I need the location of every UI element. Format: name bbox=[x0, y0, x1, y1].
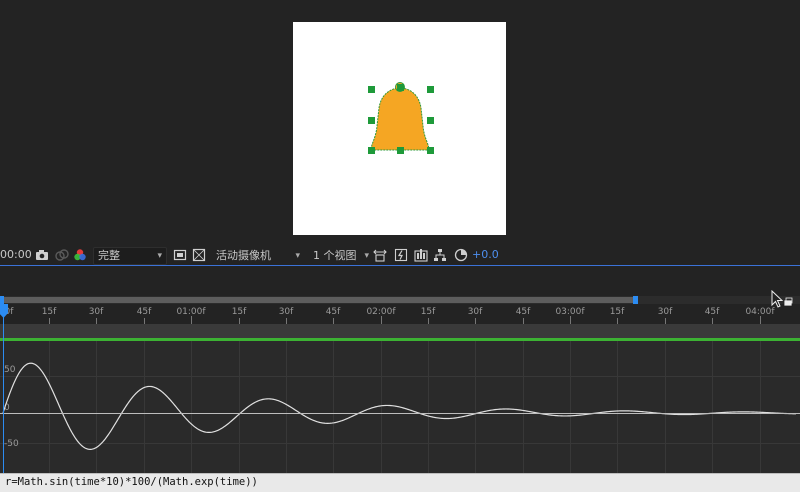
expression-field[interactable]: r=Math.sin(time*10)*100/(Math.exp(time)) bbox=[0, 473, 800, 492]
ruler-tick bbox=[191, 316, 192, 324]
ruler-label: 30f bbox=[278, 307, 294, 317]
views-value: 1 个视图 bbox=[313, 249, 357, 262]
snapshot-icon[interactable] bbox=[55, 248, 69, 262]
transparency-grid-icon[interactable] bbox=[192, 248, 206, 262]
bell-shape-layer[interactable] bbox=[293, 22, 506, 235]
chevron-down-icon: ▾ bbox=[364, 251, 369, 261]
ruler-label: 30f bbox=[467, 307, 483, 317]
ruler-label: 15f bbox=[420, 307, 436, 317]
transform-handle-bl[interactable] bbox=[368, 147, 375, 154]
camera-dropdown[interactable]: 活动摄像机 ▾ bbox=[211, 245, 305, 265]
timecode-display[interactable]: 00:00 bbox=[0, 245, 32, 265]
graph-zero-line bbox=[0, 413, 800, 414]
work-area-start-handle[interactable] bbox=[0, 296, 4, 304]
ruler-tick bbox=[381, 316, 382, 324]
playhead-line[interactable] bbox=[3, 304, 4, 474]
composition-canvas[interactable] bbox=[293, 22, 506, 235]
chevron-down-icon: ▾ bbox=[157, 251, 162, 261]
expression-curve bbox=[2, 362, 797, 450]
chevron-down-icon: ▾ bbox=[295, 251, 300, 261]
camera-icon[interactable] bbox=[35, 248, 49, 262]
region-of-interest-icon[interactable] bbox=[173, 248, 187, 262]
mouse-cursor-icon bbox=[771, 290, 793, 308]
transform-handle-br[interactable] bbox=[427, 147, 434, 154]
flowchart-icon[interactable] bbox=[433, 248, 447, 262]
ruler-label: 45f bbox=[704, 307, 720, 317]
resolution-dropdown[interactable]: 完整 ▾ bbox=[93, 245, 167, 265]
time-ruler[interactable]: 0f 15f 30f 45f 01:00f 15f 30f 45f 02:00f… bbox=[0, 304, 800, 324]
toggle-pixel-aspect-icon[interactable] bbox=[373, 248, 387, 262]
timeline-icon[interactable] bbox=[414, 248, 428, 262]
composition-viewer[interactable] bbox=[0, 0, 800, 245]
ruler-label: 45f bbox=[136, 307, 152, 317]
ruler-label: 45f bbox=[515, 307, 531, 317]
color-channels-icon[interactable] bbox=[73, 248, 87, 262]
exposure-value[interactable]: +0.0 bbox=[472, 245, 499, 265]
graph-editor[interactable]: 50 0 -50 bbox=[0, 341, 800, 473]
value-graph[interactable] bbox=[0, 341, 800, 473]
transform-handle-bc[interactable] bbox=[397, 147, 404, 154]
work-area-end-handle[interactable] bbox=[633, 296, 638, 304]
camera-value: 活动摄像机 bbox=[216, 249, 271, 262]
work-area-range[interactable] bbox=[2, 297, 635, 303]
layer-duration-bar[interactable] bbox=[0, 324, 800, 338]
ruler-label: 30f bbox=[657, 307, 673, 317]
ruler-label: 30f bbox=[88, 307, 104, 317]
transform-handle-tc[interactable] bbox=[397, 84, 404, 91]
resolution-value: 完整 bbox=[98, 249, 120, 262]
transform-handle-tl[interactable] bbox=[368, 86, 375, 93]
transform-handle-mr[interactable] bbox=[427, 117, 434, 124]
ruler-label: 45f bbox=[325, 307, 341, 317]
ruler-tick bbox=[570, 316, 571, 324]
fast-preview-icon[interactable] bbox=[394, 248, 408, 262]
viewer-toolbar: 00:00 完整 ▾ 活动摄像机 ▾ 1 个视图 ▾ +0.0 bbox=[0, 245, 800, 265]
ruler-label: 15f bbox=[231, 307, 247, 317]
playhead-icon[interactable] bbox=[0, 304, 8, 318]
transform-handle-ml[interactable] bbox=[368, 117, 375, 124]
bell-shape bbox=[370, 87, 430, 151]
ruler-label: 15f bbox=[41, 307, 57, 317]
timeline-header-area bbox=[0, 266, 800, 296]
views-dropdown[interactable]: 1 个视图 ▾ bbox=[308, 245, 374, 265]
ruler-label: 15f bbox=[609, 307, 625, 317]
reset-exposure-icon[interactable] bbox=[454, 248, 468, 262]
ruler-tick bbox=[760, 316, 761, 324]
transform-handle-tr[interactable] bbox=[427, 86, 434, 93]
